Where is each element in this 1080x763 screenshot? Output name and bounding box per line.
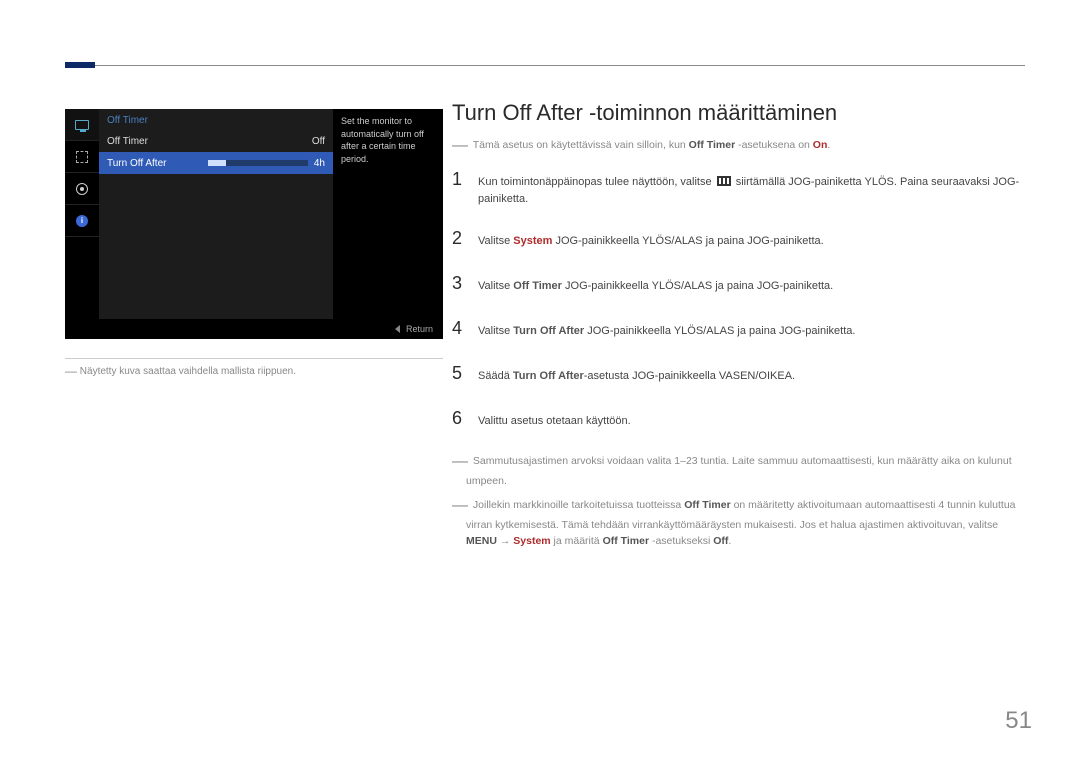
- osd-menu: Off Timer Off Timer Off Turn Off After 4…: [99, 109, 333, 319]
- t: Valitse: [478, 235, 513, 247]
- t-system: System: [513, 535, 550, 547]
- t-bold: Turn Off After: [513, 325, 584, 337]
- menu-grid-icon: [717, 176, 731, 186]
- osd-footer-label: Return: [406, 324, 433, 334]
- sidebar-info-icon: i: [65, 205, 99, 237]
- page-title: Turn Off After -toiminnon määrittäminen: [452, 100, 1027, 126]
- header-rule: [65, 65, 1025, 66]
- footnote-1: ― Sammutusajastimen arvoksi voidaan vali…: [452, 450, 1027, 490]
- osd-description: Set the monitor to automatically turn of…: [333, 109, 443, 319]
- monitor-icon: [75, 120, 89, 130]
- intro-note: ― Tämä asetus on käytettävissä vain sill…: [452, 134, 1027, 158]
- note-text: .: [827, 139, 830, 151]
- main-content: Turn Off After -toiminnon määrittäminen …: [452, 100, 1027, 553]
- t-menu: MENU: [466, 535, 497, 547]
- t-bold: Off Timer: [684, 499, 730, 511]
- step-4: 4 Valitse Turn Off After JOG-painikkeell…: [452, 315, 1027, 342]
- step-number: 5: [452, 360, 464, 387]
- osd-menu-title: Off Timer: [99, 109, 333, 130]
- step-6: 6 Valittu asetus otetaan käyttöön.: [452, 405, 1027, 432]
- t: -asetukseksi: [649, 535, 713, 547]
- t: Joillekin markkinoille tarkoitetuissa tu…: [473, 499, 684, 511]
- gear-icon: [76, 183, 88, 195]
- osd-row-offtimer: Off Timer Off: [99, 130, 333, 152]
- t-off: Off: [713, 535, 728, 547]
- step-text: Valitse System JOG-painikkeella YLÖS/ALA…: [478, 233, 824, 250]
- back-arrow-icon: [395, 325, 400, 333]
- step-number: 6: [452, 405, 464, 432]
- note-on: On: [813, 139, 828, 151]
- step-number: 1: [452, 166, 464, 193]
- t: Valitse: [478, 280, 513, 292]
- step-1: 1 Kun toimintonäppäinopas tulee näyttöön…: [452, 166, 1027, 207]
- osd-row-label: Turn Off After: [107, 158, 166, 169]
- info-icon: i: [76, 215, 88, 227]
- caption-rule: [65, 358, 443, 359]
- t: Kun toimintonäppäinopas tulee näyttöön, …: [478, 176, 715, 188]
- osd-screenshot: i Off Timer Off Timer Off Turn Off After…: [65, 109, 443, 339]
- t-bold: Turn Off After: [513, 370, 584, 382]
- image-caption: ― Näytetty kuva saattaa vaihdella mallis…: [65, 364, 296, 378]
- sidebar-system-icon: [65, 173, 99, 205]
- osd-slider: [208, 160, 308, 166]
- t-system: System: [513, 235, 552, 247]
- osd-slider-fill: [208, 160, 226, 166]
- t: Valitse: [478, 325, 513, 337]
- step-3: 3 Valitse Off Timer JOG-painikkeella YLÖ…: [452, 270, 1027, 297]
- t: -asetusta JOG-painikkeella VASEN/OIKEA.: [584, 370, 795, 382]
- osd-sidebar: i: [65, 109, 99, 319]
- step-number: 4: [452, 315, 464, 342]
- osd-row-value: Off: [312, 136, 325, 147]
- note-text: Tämä asetus on käytettävissä vain silloi…: [473, 139, 689, 151]
- step-text: Valittu asetus otetaan käyttöön.: [478, 413, 631, 430]
- osd-row-right: 4h: [208, 158, 325, 169]
- sidebar-display-icon: [65, 141, 99, 173]
- page-number: 51: [1005, 707, 1032, 735]
- t: JOG-painikkeella YLÖS/ALAS ja paina JOG-…: [562, 280, 833, 292]
- step-number: 3: [452, 270, 464, 297]
- dashed-square-icon: [76, 151, 88, 163]
- step-text: Valitse Turn Off After JOG-painikkeella …: [478, 323, 855, 340]
- caption-text: Näytetty kuva saattaa vaihdella mallista…: [80, 366, 296, 377]
- osd-row-value: 4h: [314, 158, 325, 169]
- t-bold: Off Timer: [603, 535, 649, 547]
- note-text: -asetuksena on: [735, 139, 813, 151]
- osd-body: i Off Timer Off Timer Off Turn Off After…: [65, 109, 443, 319]
- footnote-2: ― Joillekin markkinoille tarkoitetuissa …: [452, 494, 1027, 550]
- t: JOG-painikkeella YLÖS/ALAS ja paina JOG-…: [584, 325, 855, 337]
- step-number: 2: [452, 225, 464, 252]
- step-2: 2 Valitse System JOG-painikkeella YLÖS/A…: [452, 225, 1027, 252]
- step-text: Säädä Turn Off After-asetusta JOG-painik…: [478, 368, 795, 385]
- osd-row-turnoffafter: Turn Off After 4h: [99, 152, 333, 174]
- t-arrow: →: [497, 535, 513, 547]
- step-text: Kun toimintonäppäinopas tulee näyttöön, …: [478, 174, 1027, 207]
- osd-row-label: Off Timer: [107, 136, 148, 147]
- t: ja määritä: [551, 535, 603, 547]
- t: .: [728, 535, 731, 547]
- t: JOG-painikkeella YLÖS/ALAS ja paina JOG-…: [552, 235, 823, 247]
- sidebar-picture-icon: [65, 109, 99, 141]
- note-text: Sammutusajastimen arvoksi voidaan valita…: [466, 455, 1012, 487]
- header-accent: [65, 62, 95, 68]
- osd-footer: Return: [65, 319, 443, 339]
- step-5: 5 Säädä Turn Off After-asetusta JOG-pain…: [452, 360, 1027, 387]
- steps-list: 1 Kun toimintonäppäinopas tulee näyttöön…: [452, 166, 1027, 432]
- t-bold: Off Timer: [513, 280, 562, 292]
- t: Säädä: [478, 370, 513, 382]
- note-bold: Off Timer: [689, 139, 735, 151]
- step-text: Valitse Off Timer JOG-painikkeella YLÖS/…: [478, 278, 833, 295]
